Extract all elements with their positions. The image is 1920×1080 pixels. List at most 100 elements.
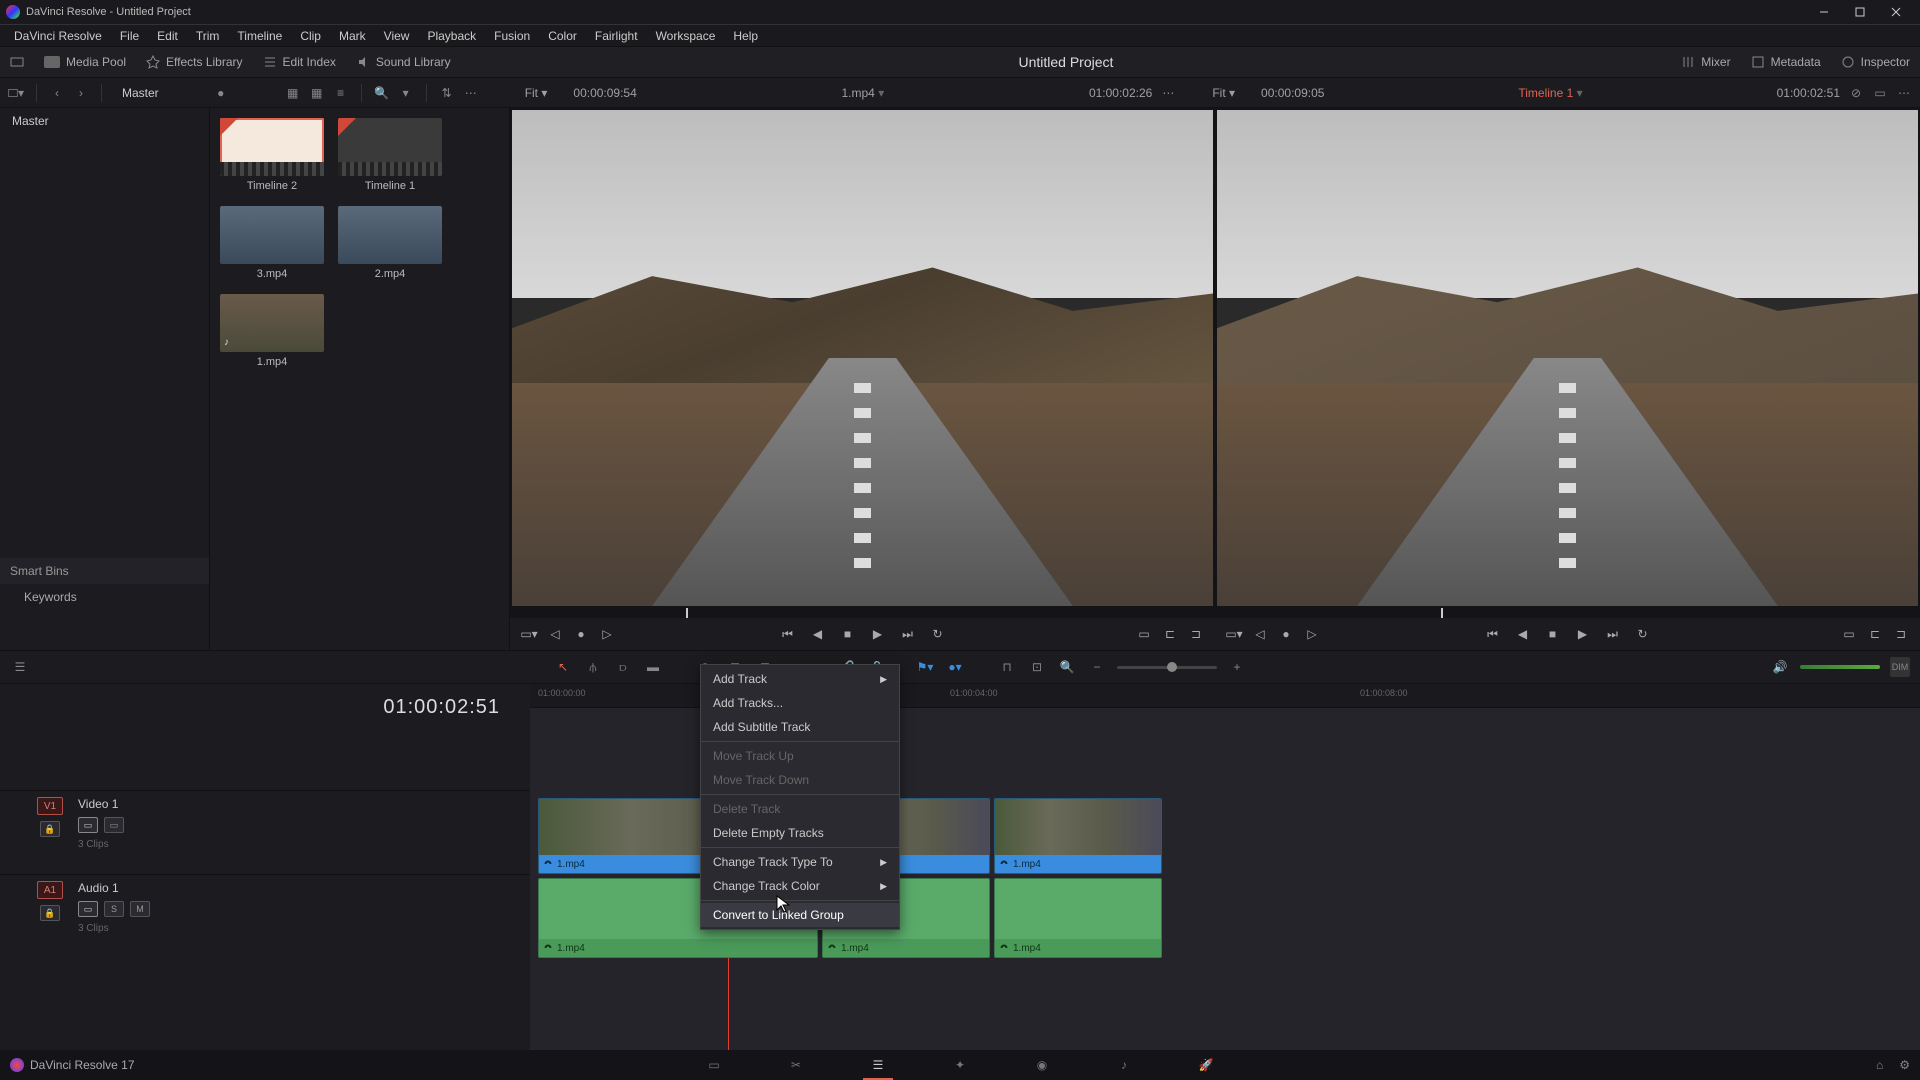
smart-bin-keywords[interactable]: Keywords xyxy=(0,584,209,610)
source-first-frame-button[interactable]: ⏮ xyxy=(779,625,797,643)
flag-dropdown[interactable]: ⚑▾ xyxy=(915,657,935,677)
media-page-button[interactable]: ▭ xyxy=(703,1056,725,1074)
edit-page-button[interactable]: ☰ xyxy=(867,1056,889,1074)
source-scrub-bar[interactable] xyxy=(510,608,1215,618)
menu-item-add-track[interactable]: Add Track▶ xyxy=(701,667,899,691)
audio-track-badge[interactable]: A1 xyxy=(37,881,63,899)
mark-out-button[interactable]: ⊐ xyxy=(1187,625,1205,643)
search-button[interactable]: 🔍 xyxy=(374,86,390,100)
video-track-badge[interactable]: V1 xyxy=(37,797,63,815)
menu-playback[interactable]: Playback xyxy=(419,27,484,45)
bypass-button[interactable]: ⊘ xyxy=(1848,86,1864,100)
record-viewer-canvas[interactable] xyxy=(1217,110,1918,606)
menu-fusion[interactable]: Fusion xyxy=(486,27,538,45)
source-play-button[interactable]: ▶ xyxy=(869,625,887,643)
metadata-toggle[interactable]: Metadata xyxy=(1741,51,1831,73)
nav-fwd-button[interactable]: › xyxy=(73,86,89,100)
audio-auto-select-button[interactable]: ▭ xyxy=(78,901,98,917)
media-item[interactable]: Timeline 2 xyxy=(220,118,324,192)
media-item[interactable]: 3.mp4 xyxy=(220,206,324,280)
menu-file[interactable]: File xyxy=(112,27,147,45)
menu-view[interactable]: View xyxy=(376,27,418,45)
home-button[interactable]: ⌂ xyxy=(1876,1058,1883,1072)
source-mode-dropdown[interactable]: ▭▾ xyxy=(520,625,538,643)
media-thumbnail[interactable] xyxy=(220,118,324,176)
source-more-button[interactable]: ⋯ xyxy=(1160,86,1176,100)
zoom-out-button[interactable]: − xyxy=(1087,657,1107,677)
menu-item-add-tracks-[interactable]: Add Tracks... xyxy=(701,691,899,715)
smart-bins-header[interactable]: Smart Bins xyxy=(0,558,209,584)
record-fit-dropdown[interactable]: Fit ▾ xyxy=(1212,86,1235,100)
menu-item-delete-empty-tracks[interactable]: Delete Empty Tracks xyxy=(701,821,899,845)
thumb-view-button[interactable]: ▦ xyxy=(285,86,301,100)
menu-color[interactable]: Color xyxy=(540,27,585,45)
record-more-button[interactable]: ⋯ xyxy=(1896,86,1912,100)
source-clip-name[interactable]: 1.mp4 xyxy=(842,86,875,100)
record-loop-button[interactable]: ↻ xyxy=(1634,625,1652,643)
zoom-in-button[interactable]: + xyxy=(1227,657,1247,677)
sound-library-toggle[interactable]: Sound Library xyxy=(346,51,461,73)
bin-master[interactable]: Master xyxy=(0,108,209,134)
rec-in-button[interactable]: ⊏ xyxy=(1866,625,1884,643)
menu-item-change-track-color[interactable]: Change Track Color▶ xyxy=(701,874,899,898)
marker-dropdown[interactable]: ●▾ xyxy=(945,657,965,677)
rec-out-button[interactable]: ⊐ xyxy=(1892,625,1910,643)
list-view-button[interactable]: ≡ xyxy=(333,86,349,100)
blade-tool[interactable]: ▬ xyxy=(643,657,663,677)
grid-view-button[interactable]: ▦ xyxy=(309,86,325,100)
menu-item-change-track-type-to[interactable]: Change Track Type To▶ xyxy=(701,850,899,874)
dynamic-trim-tool[interactable]: ⫐ xyxy=(613,657,633,677)
volume-slider[interactable] xyxy=(1800,665,1880,669)
video-track-header[interactable]: V1 🔒 Video 1 ▭ ▭ 3 Clips xyxy=(0,790,530,874)
menu-clip[interactable]: Clip xyxy=(292,27,329,45)
audio-solo-button[interactable]: S xyxy=(104,901,124,917)
record-prev-button[interactable]: ◀ xyxy=(1514,625,1532,643)
record-first-frame-button[interactable]: ⏮ xyxy=(1484,625,1502,643)
mixer-toggle[interactable]: Mixer xyxy=(1671,51,1740,73)
trim-tool[interactable]: ⫛ xyxy=(583,657,603,677)
source-viewer-canvas[interactable] xyxy=(512,110,1213,606)
menu-edit[interactable]: Edit xyxy=(149,27,186,45)
jog-left-icon[interactable]: ◁ xyxy=(546,625,564,643)
menu-davinci-resolve[interactable]: DaVinci Resolve xyxy=(6,27,110,45)
inspector-toggle[interactable]: Inspector xyxy=(1831,51,1920,73)
audio-mute-button[interactable]: M xyxy=(130,901,150,917)
zoom-to-fit-button[interactable]: ⊡ xyxy=(1027,657,1047,677)
media-thumbnail[interactable]: ♪ xyxy=(220,294,324,352)
timeline-timecode[interactable]: 01:00:02:51 xyxy=(0,684,530,730)
menu-trim[interactable]: Trim xyxy=(188,27,228,45)
match-frame-button[interactable]: ▭ xyxy=(1135,625,1153,643)
timeline-name[interactable]: Timeline 1 xyxy=(1518,86,1573,100)
mark-in-button[interactable]: ⊏ xyxy=(1161,625,1179,643)
menu-item-add-subtitle-track[interactable]: Add Subtitle Track xyxy=(701,715,899,739)
source-last-frame-button[interactable]: ⏭ xyxy=(899,625,917,643)
media-item[interactable]: 2.mp4 xyxy=(338,206,442,280)
menu-help[interactable]: Help xyxy=(725,27,766,45)
selection-tool[interactable]: ↖ xyxy=(553,657,573,677)
menu-timeline[interactable]: Timeline xyxy=(229,27,290,45)
search-dropdown[interactable]: ▾ xyxy=(398,86,414,100)
source-prev-button[interactable]: ◀ xyxy=(809,625,827,643)
record-play-button[interactable]: ▶ xyxy=(1574,625,1592,643)
zoom-slider[interactable] xyxy=(1117,666,1217,669)
video-disable-button[interactable]: ▭ xyxy=(104,817,124,833)
video-auto-select-button[interactable]: ▭ xyxy=(78,817,98,833)
audio-track-header[interactable]: A1 🔒 Audio 1 ▭ S M 3 Clips xyxy=(0,874,530,958)
edit-index-toggle[interactable]: Edit Index xyxy=(253,51,346,73)
rec-match-button[interactable]: ▭ xyxy=(1840,625,1858,643)
volume-icon[interactable]: 🔊 xyxy=(1770,657,1790,677)
media-thumbnail[interactable] xyxy=(338,206,442,264)
more-button[interactable]: ⋯ xyxy=(463,86,479,100)
record-mode-dropdown[interactable]: ▭▾ xyxy=(1225,625,1243,643)
video-lock-button[interactable]: 🔒 xyxy=(40,821,60,837)
fusion-page-button[interactable]: ✦ xyxy=(949,1056,971,1074)
timeline-view-options[interactable]: ☰ xyxy=(10,657,30,677)
audio-lock-button[interactable]: 🔒 xyxy=(40,905,60,921)
cut-page-button[interactable]: ✂ xyxy=(785,1056,807,1074)
media-pool-toggle[interactable]: Media Pool xyxy=(34,51,136,73)
source-fit-dropdown[interactable]: Fit ▾ xyxy=(525,86,548,100)
fairlight-page-button[interactable]: ♪ xyxy=(1113,1056,1135,1074)
video-clip[interactable]: 1.mp4 xyxy=(994,798,1162,874)
menu-mark[interactable]: Mark xyxy=(331,27,374,45)
rec-jog-right-icon[interactable]: ▷ xyxy=(1303,625,1321,643)
